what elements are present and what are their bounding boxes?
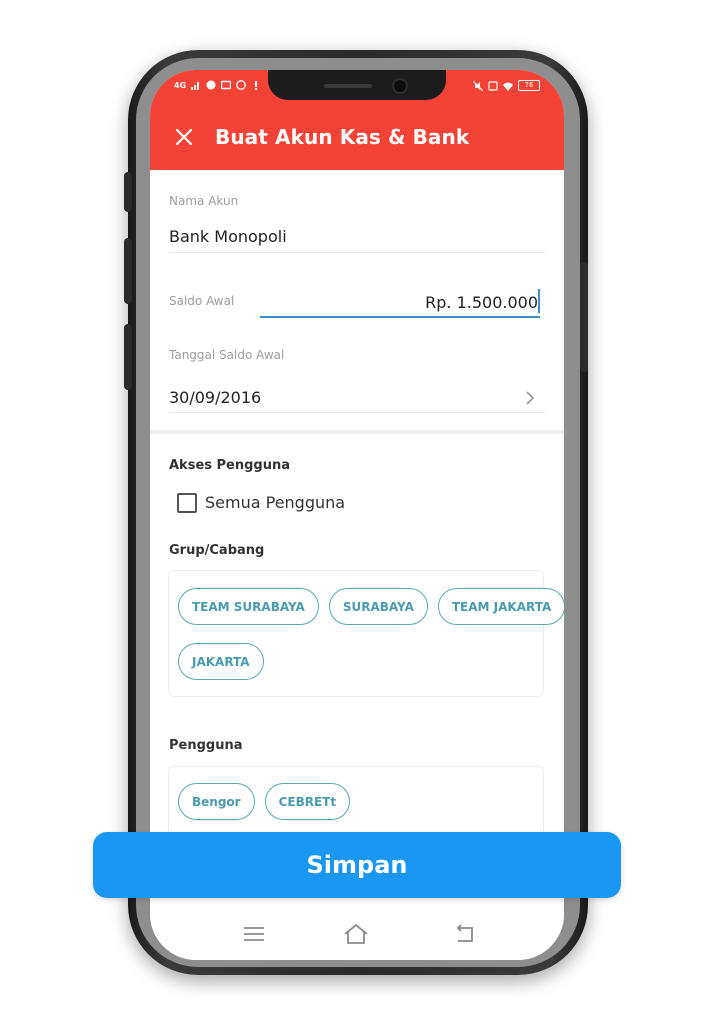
nama-akun-underline: [169, 252, 545, 253]
pengguna-chip-row: Bengor CEBRETt: [178, 783, 351, 820]
system-nav-bar: [150, 908, 564, 960]
nama-akun-field[interactable]: Bank Monopoli: [169, 227, 287, 246]
semua-pengguna-label[interactable]: Semua Pengguna: [205, 493, 345, 512]
saldo-awal-label: Saldo Awal: [169, 294, 235, 308]
section-separator: [150, 430, 564, 434]
alert-icon: [255, 81, 258, 90]
mail-icon: [221, 80, 232, 90]
speaker-grille: [324, 84, 372, 88]
battery-icon: 76: [518, 80, 540, 91]
pengguna-title: Pengguna: [169, 738, 243, 753]
tanggal-field[interactable]: 30/09/2016: [169, 388, 261, 407]
nama-akun-label: Nama Akun: [169, 194, 239, 208]
close-icon[interactable]: [172, 125, 196, 149]
status-left: 4G: [174, 80, 261, 90]
mute-icon: [473, 80, 483, 91]
chip-team-surabaya[interactable]: TEAM SURABAYA: [178, 588, 319, 625]
phone-screen: 4G 76 Buat Akun Kas & Bank Nama Akun Ban…: [150, 70, 564, 960]
page-title: Buat Akun Kas & Bank: [215, 125, 470, 149]
front-camera: [392, 78, 408, 94]
nfc-icon: [488, 80, 498, 91]
chip-team-jakarta[interactable]: TEAM JAKARTA: [437, 588, 564, 625]
chevron-right-icon[interactable]: [524, 390, 536, 406]
messenger-icon: [236, 80, 247, 90]
grup-cabang-title: Grup/Cabang: [169, 543, 265, 558]
text-caret: [538, 289, 540, 313]
signal-icon: [191, 82, 200, 90]
tanggal-label: Tanggal Saldo Awal: [169, 348, 285, 362]
chip-cebrett[interactable]: CEBRETt: [264, 783, 351, 820]
semua-pengguna-checkbox[interactable]: [177, 493, 197, 513]
grup-chip-row-1: TEAM SURABAYA SURABAYA TEAM JAKARTA: [178, 588, 564, 625]
camera-notch: [268, 70, 446, 100]
volume-down-button: [124, 238, 132, 304]
akses-pengguna-title: Akses Pengguna: [169, 458, 291, 473]
chip-surabaya[interactable]: SURABAYA: [328, 588, 428, 625]
save-button[interactable]: Simpan: [93, 832, 621, 898]
volume-up-button: [124, 172, 132, 212]
chip-bengor[interactable]: Bengor: [178, 783, 255, 820]
saldo-awal-input[interactable]: [260, 288, 540, 318]
network-type: 4G: [174, 80, 187, 90]
grup-chip-row-2: JAKARTA: [178, 643, 264, 680]
chat-icon: [206, 80, 216, 90]
home-icon[interactable]: [343, 922, 369, 946]
app-bar: Buat Akun Kas & Bank: [150, 106, 564, 170]
tanggal-underline: [169, 412, 545, 413]
back-icon[interactable]: [452, 922, 478, 946]
power-button: [580, 262, 588, 372]
menu-icon[interactable]: [241, 922, 267, 946]
status-bar: 4G 76: [150, 70, 564, 106]
chip-jakarta[interactable]: JAKARTA: [178, 643, 264, 680]
bixby-button: [124, 324, 132, 390]
status-right: 76: [473, 80, 540, 91]
wifi-icon: [503, 82, 513, 91]
